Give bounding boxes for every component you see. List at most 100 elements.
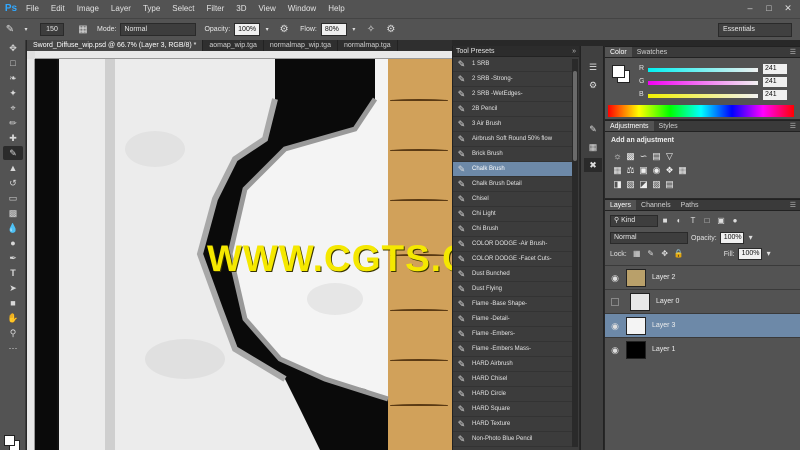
menu-help[interactable]: Help bbox=[322, 0, 350, 18]
adjustment-filter-icon[interactable]: ◐ bbox=[674, 216, 684, 226]
tool-preset-item[interactable]: ✎ HARD Chisel bbox=[453, 372, 572, 387]
foreground-color-swatch[interactable] bbox=[612, 65, 625, 78]
type-filter-icon[interactable]: T bbox=[688, 216, 698, 226]
tab-adjustments[interactable]: Adjustments bbox=[605, 121, 654, 131]
eraser-tool-icon[interactable]: ▭ bbox=[3, 191, 23, 205]
maximize-icon[interactable]: □ bbox=[761, 0, 777, 16]
red-slider[interactable] bbox=[648, 68, 758, 72]
blur-tool-icon[interactable]: 💧 bbox=[3, 221, 23, 235]
tool-preset-item[interactable]: ✎ 3 Air Brush bbox=[453, 117, 572, 132]
tool-preset-item[interactable]: ✎ Dust Bunched bbox=[453, 267, 572, 282]
color-lookup-icon[interactable]: ▦ bbox=[677, 165, 688, 175]
tool-presets-icon[interactable]: ✖ bbox=[584, 158, 602, 172]
tab-layers[interactable]: Layers bbox=[605, 200, 637, 210]
flow-field[interactable]: 80% bbox=[320, 23, 347, 36]
more-tools-icon[interactable]: ⋯ bbox=[3, 341, 23, 355]
minimize-icon[interactable]: – bbox=[742, 0, 758, 16]
brush-panel-icon[interactable]: ▦ bbox=[76, 23, 90, 37]
tool-presets-scrollbar[interactable] bbox=[572, 59, 578, 447]
menu-view[interactable]: View bbox=[253, 0, 282, 18]
kind-filter-select[interactable]: ⚲ Kind bbox=[610, 215, 658, 227]
tool-preset-item[interactable]: ✎ HARD Square bbox=[453, 402, 572, 417]
brush-tool-icon[interactable]: ✎ bbox=[3, 146, 23, 160]
tool-preset-item[interactable]: ✎ Dust Flying bbox=[453, 282, 572, 297]
blend-mode-select[interactable]: Normal bbox=[610, 232, 688, 244]
pen-tool-icon[interactable]: ✒ bbox=[3, 251, 23, 265]
tab-channels[interactable]: Channels bbox=[636, 200, 676, 210]
tool-preset-item[interactable]: ✎ Flame -Embers Mass- bbox=[453, 342, 572, 357]
menu-window[interactable]: Window bbox=[282, 0, 322, 18]
black-white-icon[interactable]: ▣ bbox=[638, 165, 649, 175]
eyedropper-tool-icon[interactable]: ✏ bbox=[3, 116, 23, 130]
invert-icon[interactable]: ◨ bbox=[612, 179, 623, 189]
healing-tool-icon[interactable]: ✚ bbox=[3, 131, 23, 145]
tool-preset-item[interactable]: ✎ 2B Pencil bbox=[453, 102, 572, 117]
selective-color-icon[interactable]: ▨ bbox=[651, 179, 662, 189]
menu-edit[interactable]: Edit bbox=[45, 0, 71, 18]
layer-row[interactable]: ◉ Layer 2 bbox=[605, 265, 800, 289]
fill-field[interactable]: 100% bbox=[737, 248, 762, 260]
pressure-opacity-icon[interactable]: ⚙ bbox=[277, 23, 291, 37]
brush-size-picker[interactable]: 150 bbox=[40, 23, 64, 36]
brush-preset-icon[interactable]: ✎ bbox=[584, 122, 602, 136]
foreground-color-swatch[interactable] bbox=[4, 435, 15, 446]
panel-menu-icon[interactable]: ☰ bbox=[790, 200, 796, 211]
stamp-tool-icon[interactable]: ▲ bbox=[3, 161, 23, 175]
panel-menu-icon[interactable]: ☰ bbox=[790, 121, 796, 132]
blue-slider[interactable] bbox=[648, 94, 758, 98]
tool-preset-item[interactable]: ✎ 1 SRB bbox=[453, 57, 572, 72]
mode-select[interactable]: Normal bbox=[120, 23, 197, 36]
hue-saturation-icon[interactable]: ▦ bbox=[612, 165, 623, 175]
menu-select[interactable]: Select bbox=[166, 0, 200, 18]
menu-file[interactable]: File bbox=[20, 0, 45, 18]
zoom-tool-icon[interactable]: ⚲ bbox=[3, 326, 23, 340]
eye-icon[interactable]: ◉ bbox=[609, 344, 621, 356]
opacity-dropdown-icon[interactable]: ▾ bbox=[263, 23, 271, 37]
close-icon[interactable]: ✕ bbox=[780, 0, 796, 16]
dodge-tool-icon[interactable]: ● bbox=[3, 236, 23, 250]
history-brush-tool-icon[interactable]: ↺ bbox=[3, 176, 23, 190]
tool-preset-item[interactable]: ✎ HARD Circle bbox=[453, 387, 572, 402]
properties-icon[interactable]: ⚙ bbox=[584, 78, 602, 92]
menu-type[interactable]: Type bbox=[137, 0, 166, 18]
crop-tool-icon[interactable]: ⌖ bbox=[3, 101, 23, 115]
collapse-icon[interactable]: » bbox=[572, 46, 576, 57]
panel-menu-icon[interactable]: ☰ bbox=[790, 47, 796, 58]
tool-preset-item[interactable]: ✎ 2 SRB -Strong- bbox=[453, 72, 572, 87]
levels-icon[interactable]: ▩ bbox=[625, 151, 636, 161]
color-balance-icon[interactable]: ⚖ bbox=[625, 165, 636, 175]
tool-preset-item[interactable]: ✎ Flame -Detail- bbox=[453, 312, 572, 327]
doc-tab-normalmap-wip[interactable]: normalmap_wip.tga bbox=[264, 40, 338, 51]
tool-preset-item[interactable]: ✎ Chalk Brush Detail bbox=[453, 177, 572, 192]
menu-layer[interactable]: Layer bbox=[105, 0, 137, 18]
smart-object-filter-icon[interactable]: ▣ bbox=[716, 216, 726, 226]
layer-row[interactable]: Layer 0 bbox=[605, 289, 800, 313]
green-slider[interactable] bbox=[648, 81, 758, 85]
tool-preset-item[interactable]: ✎ Airbrush Soft Round 50% flow bbox=[453, 132, 572, 147]
layer-row[interactable]: ◉ Layer 1 bbox=[605, 337, 800, 361]
chevron-down-icon[interactable]: ▾ bbox=[23, 23, 29, 37]
history-icon[interactable]: ☰ bbox=[584, 60, 602, 74]
fill-dropdown-icon[interactable]: ▾ bbox=[764, 249, 774, 259]
tool-preset-item[interactable]: ✎ HARD Airbrush bbox=[453, 357, 572, 372]
eye-icon[interactable]: ◉ bbox=[609, 320, 621, 332]
layer-row[interactable]: ◉ Layer 3 bbox=[605, 313, 800, 337]
tab-swatches[interactable]: Swatches bbox=[632, 47, 672, 57]
hand-tool-icon[interactable]: ✋ bbox=[3, 311, 23, 325]
visibility-toggle[interactable] bbox=[611, 297, 619, 306]
tool-preset-item[interactable]: ✎ Non-Photo Blue Pencil bbox=[453, 432, 572, 447]
horizontal-ruler[interactable] bbox=[35, 51, 452, 59]
vibrance-icon[interactable]: ▽ bbox=[664, 151, 675, 161]
flow-dropdown-icon[interactable]: ▾ bbox=[350, 23, 358, 37]
shape-tool-icon[interactable]: ■ bbox=[3, 296, 23, 310]
scroll-thumb[interactable] bbox=[573, 71, 577, 161]
green-value[interactable]: 241 bbox=[763, 77, 787, 87]
tool-preset-item[interactable]: ✎ COLOR DODGE -Air Brush- bbox=[453, 237, 572, 252]
brush-panel-icon[interactable]: ▦ bbox=[584, 140, 602, 154]
doc-tab-aomap[interactable]: aomap_wip.tga bbox=[203, 40, 264, 51]
tool-preset-item[interactable]: ✎ Brick Brush bbox=[453, 147, 572, 162]
exposure-icon[interactable]: ▤ bbox=[651, 151, 662, 161]
posterize-icon[interactable]: ▧ bbox=[625, 179, 636, 189]
tool-preset-item[interactable]: ✎ Chisel bbox=[453, 192, 572, 207]
menu-image[interactable]: Image bbox=[71, 0, 105, 18]
